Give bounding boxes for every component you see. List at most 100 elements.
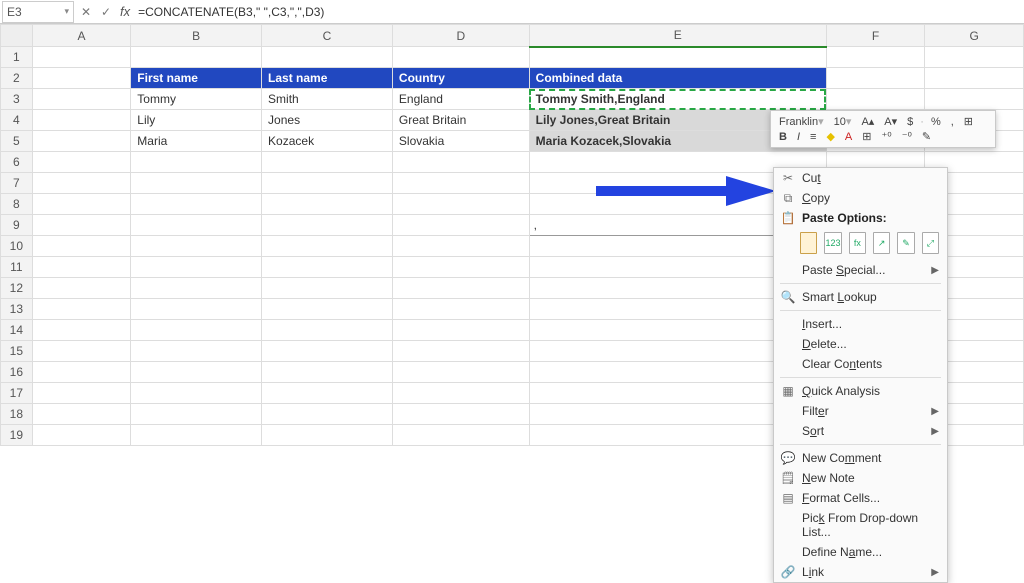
menu-insert[interactable]: Insert... bbox=[774, 314, 947, 334]
col-header-b[interactable]: B bbox=[131, 25, 262, 47]
menu-define-name[interactable]: Define Name... bbox=[774, 542, 947, 562]
table-row[interactable]: Jones bbox=[262, 110, 393, 131]
paste-values-icon[interactable]: 123 bbox=[824, 232, 841, 254]
row-header-11[interactable]: 11 bbox=[1, 257, 33, 278]
table-header-first[interactable]: First name bbox=[131, 68, 262, 89]
comma-format-icon[interactable]: , bbox=[948, 115, 957, 129]
border-icon[interactable]: ⊞ bbox=[859, 129, 874, 144]
table-row[interactable]: Kozacek bbox=[262, 131, 393, 152]
menu-separator bbox=[780, 444, 941, 445]
table-row[interactable]: Smith bbox=[262, 89, 393, 110]
quick-analysis-icon: ▦ bbox=[780, 384, 796, 398]
menu-link[interactable]: 🔗Link▶ bbox=[774, 562, 947, 582]
fx-icon[interactable]: fx bbox=[116, 4, 134, 19]
paste-formatting-icon[interactable]: ✎ bbox=[897, 232, 914, 254]
row-header-15[interactable]: 15 bbox=[1, 341, 33, 362]
row-header-5[interactable]: 5 bbox=[1, 131, 33, 152]
row-header-4[interactable]: 4 bbox=[1, 110, 33, 131]
font-name-select[interactable]: Franklin ▾ bbox=[776, 114, 827, 129]
table-row[interactable]: Tommy bbox=[131, 89, 262, 110]
paste-formulas-icon[interactable]: fx bbox=[849, 232, 866, 254]
cell[interactable] bbox=[32, 47, 131, 68]
font-size-select[interactable]: 10 ▾ bbox=[831, 114, 855, 129]
menu-format-cells[interactable]: ▤Format Cells... bbox=[774, 488, 947, 508]
enter-formula-icon[interactable]: ✓ bbox=[96, 1, 116, 23]
table-header-combined[interactable]: Combined data bbox=[529, 68, 826, 89]
col-header-g[interactable]: G bbox=[925, 25, 1024, 47]
menu-delete[interactable]: Delete... bbox=[774, 334, 947, 354]
table-row[interactable]: England bbox=[392, 89, 529, 110]
menu-smart-lookup[interactable]: 🔍Smart Lookup bbox=[774, 287, 947, 307]
row-header-17[interactable]: 17 bbox=[1, 383, 33, 404]
increase-font-icon[interactable]: A▴ bbox=[858, 114, 877, 129]
mini-toolbar: Franklin ▾ 10 ▾ A▴ A▾ $ · % , ⊞ B I ≡ ◆ … bbox=[770, 110, 996, 148]
row-header-16[interactable]: 16 bbox=[1, 362, 33, 383]
table-row[interactable]: Great Britain bbox=[392, 110, 529, 131]
fill-color-icon[interactable]: ◆ bbox=[823, 129, 837, 144]
merge-icon[interactable]: ⊞ bbox=[961, 114, 976, 129]
row-header-19[interactable]: 19 bbox=[1, 425, 33, 446]
clipboard-icon: 📋 bbox=[780, 211, 796, 225]
cancel-formula-icon[interactable]: ✕ bbox=[76, 1, 96, 23]
menu-paste-options-header: 📋Paste Options: bbox=[774, 208, 947, 228]
table-row[interactable]: Slovakia bbox=[392, 131, 529, 152]
row-header-7[interactable]: 7 bbox=[1, 173, 33, 194]
menu-sort[interactable]: Sort▶ bbox=[774, 421, 947, 441]
italic-button[interactable]: I bbox=[794, 130, 803, 144]
cell-reference: E3 bbox=[7, 5, 22, 19]
name-box[interactable]: E3 ▾ bbox=[2, 1, 74, 23]
increase-decimal-icon[interactable]: ⁺⁰ bbox=[878, 129, 894, 144]
paste-transpose-icon[interactable]: ↗ bbox=[873, 232, 890, 254]
menu-copy[interactable]: ⧉Copy bbox=[774, 188, 947, 208]
table-row[interactable]: Maria bbox=[131, 131, 262, 152]
link-icon: 🔗 bbox=[780, 565, 796, 579]
currency-format-icon[interactable]: $ bbox=[904, 115, 916, 129]
paste-link-icon[interactable]: ⤢ bbox=[922, 232, 939, 254]
row-header-6[interactable]: 6 bbox=[1, 152, 33, 173]
menu-cut[interactable]: ✂Cut bbox=[774, 168, 947, 188]
row-header-1[interactable]: 1 bbox=[1, 47, 33, 68]
col-header-d[interactable]: D bbox=[392, 25, 529, 47]
scissors-icon: ✂ bbox=[780, 171, 796, 185]
select-all-corner[interactable] bbox=[1, 25, 33, 47]
search-icon: 🔍 bbox=[780, 290, 796, 304]
col-header-f[interactable]: F bbox=[826, 25, 925, 47]
row-header-13[interactable]: 13 bbox=[1, 299, 33, 320]
col-header-e[interactable]: E bbox=[529, 25, 826, 47]
row-header-14[interactable]: 14 bbox=[1, 320, 33, 341]
row-header-8[interactable]: 8 bbox=[1, 194, 33, 215]
menu-separator bbox=[780, 377, 941, 378]
percent-format-icon[interactable]: % bbox=[928, 115, 944, 129]
menu-pick-from-list[interactable]: Pick From Drop-down List... bbox=[774, 508, 947, 542]
font-color-icon[interactable]: A bbox=[842, 130, 855, 144]
row-header-9[interactable]: 9 bbox=[1, 215, 33, 236]
decrease-decimal-icon[interactable]: ⁻⁰ bbox=[899, 129, 915, 144]
menu-quick-analysis[interactable]: ▦Quick Analysis bbox=[774, 381, 947, 401]
row-header-18[interactable]: 18 bbox=[1, 404, 33, 425]
table-header-last[interactable]: Last name bbox=[262, 68, 393, 89]
menu-clear-contents[interactable]: Clear Contents bbox=[774, 354, 947, 374]
row-header-3[interactable]: 3 bbox=[1, 89, 33, 110]
table-header-country[interactable]: Country bbox=[392, 68, 529, 89]
chevron-right-icon: ▶ bbox=[931, 265, 939, 276]
col-header-c[interactable]: C bbox=[262, 25, 393, 47]
align-icon[interactable]: ≡ bbox=[807, 130, 819, 144]
menu-paste-special[interactable]: Paste Special...▶ bbox=[774, 260, 947, 280]
chevron-down-icon[interactable]: ▾ bbox=[64, 6, 69, 17]
table-row[interactable]: Tommy Smith,England bbox=[529, 89, 826, 110]
menu-new-comment[interactable]: 💬New Comment bbox=[774, 448, 947, 468]
format-painter-icon[interactable]: ✎ bbox=[919, 129, 934, 144]
formula-input[interactable]: =CONCATENATE(B3," ",C3,",",D3) bbox=[134, 5, 1024, 19]
menu-separator bbox=[780, 283, 941, 284]
bold-button[interactable]: B bbox=[776, 130, 790, 144]
table-row[interactable]: Lily bbox=[131, 110, 262, 131]
row-header-2[interactable]: 2 bbox=[1, 68, 33, 89]
context-menu: ✂Cut ⧉Copy 📋Paste Options: 123 fx ↗ ✎ ⤢ … bbox=[773, 167, 948, 583]
menu-filter[interactable]: Filter▶ bbox=[774, 401, 947, 421]
col-header-a[interactable]: A bbox=[32, 25, 131, 47]
paste-icon[interactable] bbox=[800, 232, 817, 254]
menu-new-note[interactable]: 🗒New Note bbox=[774, 468, 947, 488]
decrease-font-icon[interactable]: A▾ bbox=[881, 114, 900, 129]
row-header-10[interactable]: 10 bbox=[1, 236, 33, 257]
row-header-12[interactable]: 12 bbox=[1, 278, 33, 299]
